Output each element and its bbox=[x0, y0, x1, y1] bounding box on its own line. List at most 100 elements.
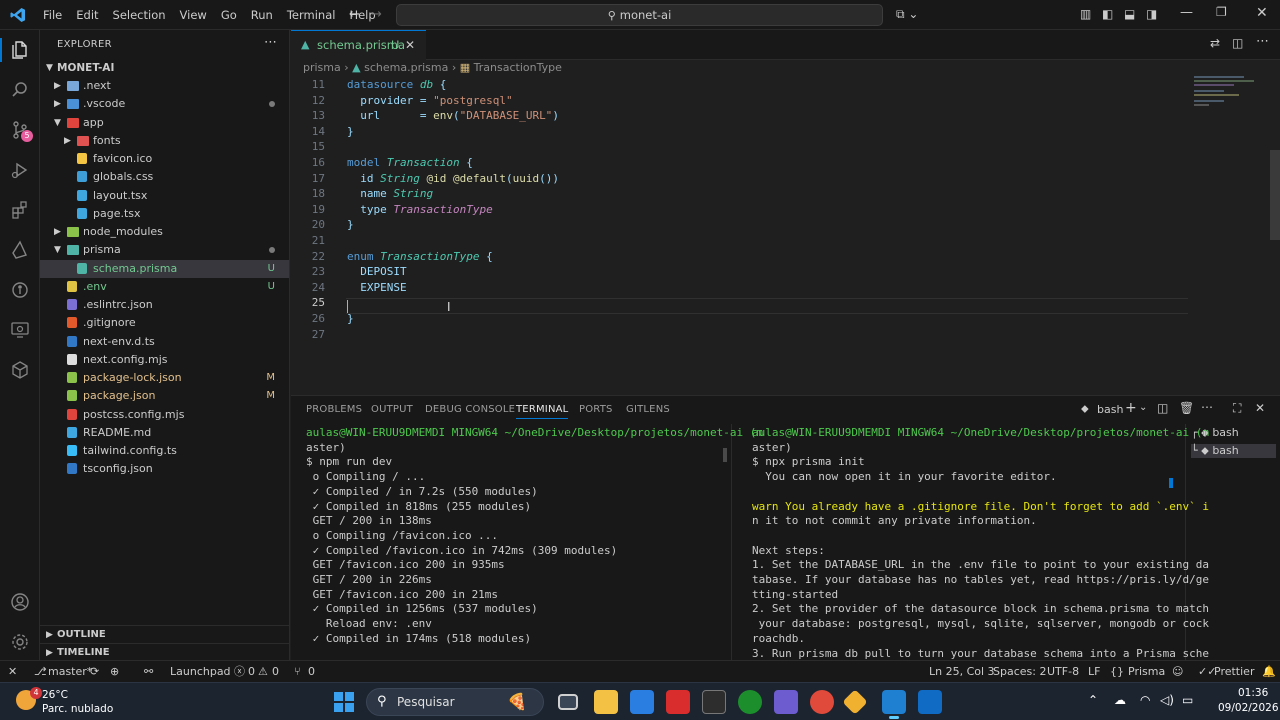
clock-time[interactable]: 01:36 bbox=[1238, 687, 1268, 699]
code-line[interactable]: 22 enum TransactionType { bbox=[291, 249, 1191, 265]
workspace-root[interactable]: ▼ MONET-AI bbox=[40, 59, 289, 77]
run-debug-icon[interactable] bbox=[8, 158, 32, 182]
tree-item-next-config-mjs[interactable]: next.config.mjs bbox=[40, 351, 289, 369]
tree-item-env[interactable]: .env U bbox=[40, 278, 289, 296]
close-window-icon[interactable]: ✕ bbox=[1256, 5, 1268, 21]
tree-item-layout-tsx[interactable]: layout.tsx bbox=[40, 187, 289, 205]
branch-name[interactable]: master* bbox=[48, 661, 92, 682]
trash-icon[interactable]: 🗑 bbox=[1179, 401, 1194, 415]
code-line[interactable]: 23 DEPOSIT bbox=[291, 264, 1191, 280]
back-arrow-icon[interactable]: ← bbox=[349, 7, 360, 22]
tree-item-tailwind-config-ts[interactable]: tailwind.config.ts bbox=[40, 442, 289, 460]
explorer-more-icon[interactable]: ⋯ bbox=[264, 35, 277, 50]
search-icon[interactable] bbox=[8, 78, 32, 102]
editor-scrollbar[interactable] bbox=[1270, 150, 1280, 240]
terminal-split-divider[interactable] bbox=[731, 424, 732, 661]
menu-selection[interactable]: Selection bbox=[106, 0, 173, 30]
chevron-down-icon[interactable]: ⌄ bbox=[1139, 402, 1147, 413]
code-line[interactable]: 13 url = env("DATABASE_URL") bbox=[291, 108, 1191, 124]
tree-item-fonts[interactable]: ▶ fonts bbox=[40, 132, 289, 150]
tree-item-prisma[interactable]: ▼ prisma bbox=[40, 241, 289, 259]
terminal-app-icon[interactable] bbox=[702, 690, 726, 714]
tree-item-vscode[interactable]: ▶ .vscode bbox=[40, 95, 289, 113]
branch-icon[interactable]: ⎇ bbox=[34, 661, 47, 682]
notifications-bell-icon[interactable]: 🔔 bbox=[1262, 661, 1276, 682]
copilot-icon[interactable]: ⧉ ⌄ bbox=[896, 7, 918, 22]
menu-view[interactable]: View bbox=[173, 0, 214, 30]
source-control-icon[interactable]: 5 bbox=[8, 118, 33, 142]
maximize-panel-icon[interactable]: ⛶ bbox=[1233, 401, 1241, 416]
tree-item-tsconfig-json[interactable]: tsconfig.json bbox=[40, 460, 289, 478]
tree-item-schema-prisma[interactable]: schema.prisma U bbox=[40, 259, 289, 278]
tab-ports[interactable]: PORTS bbox=[579, 404, 613, 415]
error-icon[interactable]: ⓧ bbox=[234, 661, 245, 682]
ports-count[interactable]: 0 bbox=[308, 661, 315, 682]
code-line[interactable]: 20} bbox=[291, 217, 1191, 233]
split-terminal-icon[interactable]: ◫ bbox=[1157, 401, 1168, 415]
menu-edit[interactable]: Edit bbox=[69, 0, 105, 30]
left-terminal-scrollbar[interactable] bbox=[723, 448, 727, 462]
remote-explorer-icon[interactable] bbox=[8, 318, 32, 342]
tray-chevron-up-icon[interactable]: ⌃ bbox=[1088, 693, 1098, 707]
tray-app-icon[interactable]: ☁ bbox=[1114, 693, 1126, 707]
tab-problems[interactable]: PROBLEMS bbox=[306, 404, 362, 415]
breadcrumb-file[interactable]: schema.prisma bbox=[364, 61, 448, 74]
menu-go[interactable]: Go bbox=[214, 0, 244, 30]
minimize-icon[interactable]: — bbox=[1180, 5, 1193, 20]
code-line[interactable]: 24 EXPENSE bbox=[291, 280, 1191, 296]
tree-item-next[interactable]: ▶ .next bbox=[40, 77, 289, 95]
warning-count[interactable]: 0 bbox=[272, 661, 279, 682]
xbox-icon[interactable] bbox=[738, 690, 762, 714]
windows-start-icon[interactable] bbox=[334, 692, 354, 712]
tab-output[interactable]: OUTPUT bbox=[371, 404, 413, 415]
chrome-icon[interactable] bbox=[810, 690, 834, 714]
tab-debug-console[interactable]: DEBUG CONSOLE bbox=[425, 404, 515, 415]
weather-widget[interactable]: 4 26°C Parc. nublado bbox=[12, 687, 132, 717]
breadcrumb-symbol[interactable]: TransactionType bbox=[474, 61, 562, 74]
code-line[interactable]: 11 datasource db { bbox=[291, 77, 1191, 93]
launchpad-label[interactable]: Launchpad bbox=[170, 661, 231, 682]
code-line[interactable]: 19 type TransactionType bbox=[291, 202, 1191, 218]
tab-terminal[interactable]: TERMINAL bbox=[516, 404, 569, 419]
code-line[interactable]: 16 model Transaction { bbox=[291, 155, 1191, 171]
tree-item-node-modules[interactable]: ▶ node_modules bbox=[40, 223, 289, 241]
code-line[interactable]: 17 id String @id @default(uuid()) bbox=[291, 171, 1191, 187]
menu-run[interactable]: Run bbox=[244, 0, 280, 30]
clock-date[interactable]: 09/02/2026 bbox=[1218, 702, 1279, 714]
extensions-icon[interactable] bbox=[8, 198, 32, 222]
launchpad-icon[interactable]: ⚯ bbox=[144, 661, 153, 682]
toggle-panel-icon[interactable]: ⬓ bbox=[1124, 7, 1135, 21]
live-share-icon[interactable]: ⊕ bbox=[110, 661, 119, 682]
tree-item-package-lock-json[interactable]: package-lock.json M bbox=[40, 369, 289, 387]
open-changes-icon[interactable]: ⇄ bbox=[1210, 36, 1220, 50]
discord-icon[interactable] bbox=[774, 690, 798, 714]
tree-item-app[interactable]: ▼ app bbox=[40, 114, 289, 132]
tree-item-globals-css[interactable]: globals.css bbox=[40, 168, 289, 186]
right-terminal-scrollbar[interactable] bbox=[1169, 478, 1173, 488]
split-editor-icon[interactable]: ◫ bbox=[1232, 36, 1243, 50]
language-mode[interactable]: Prisma bbox=[1128, 661, 1165, 682]
containers-icon[interactable] bbox=[8, 358, 32, 382]
customize-layout-icon[interactable]: ▥ bbox=[1080, 7, 1091, 21]
tree-item-eslintrc-json[interactable]: .eslintrc.json bbox=[40, 296, 289, 314]
explorer-icon[interactable] bbox=[8, 38, 32, 62]
gitlens-icon[interactable] bbox=[8, 278, 32, 302]
maximize-icon[interactable]: ❐ bbox=[1216, 5, 1227, 19]
taskbar-search[interactable]: ⚲ Pesquisar 🍕 bbox=[366, 688, 544, 716]
ports-icon[interactable]: ⑂ bbox=[294, 661, 301, 682]
prettier-label[interactable]: Prettier bbox=[1214, 661, 1254, 682]
end-of-line[interactable]: LF bbox=[1088, 661, 1100, 682]
tab-schema-prisma[interactable]: ▲ schema.prisma U ✕ bbox=[291, 30, 426, 60]
prisma-icon[interactable] bbox=[8, 238, 32, 262]
cursor-position[interactable]: Ln 25, Col 3 bbox=[929, 661, 995, 682]
store-icon[interactable] bbox=[630, 690, 654, 714]
file-explorer-icon[interactable] bbox=[594, 690, 618, 714]
toggle-secondary-sidebar-icon[interactable]: ◨ bbox=[1146, 7, 1157, 21]
volume-icon[interactable]: ◁) bbox=[1160, 693, 1174, 707]
menu-terminal[interactable]: Terminal bbox=[280, 0, 343, 30]
git-icon[interactable] bbox=[842, 689, 868, 715]
copilot-status-icon[interactable]: ☺ bbox=[1172, 661, 1183, 682]
menu-file[interactable]: File bbox=[36, 0, 69, 30]
breadcrumb-folder[interactable]: prisma bbox=[303, 61, 341, 74]
editor-more-icon[interactable]: ⋯ bbox=[1256, 34, 1269, 49]
